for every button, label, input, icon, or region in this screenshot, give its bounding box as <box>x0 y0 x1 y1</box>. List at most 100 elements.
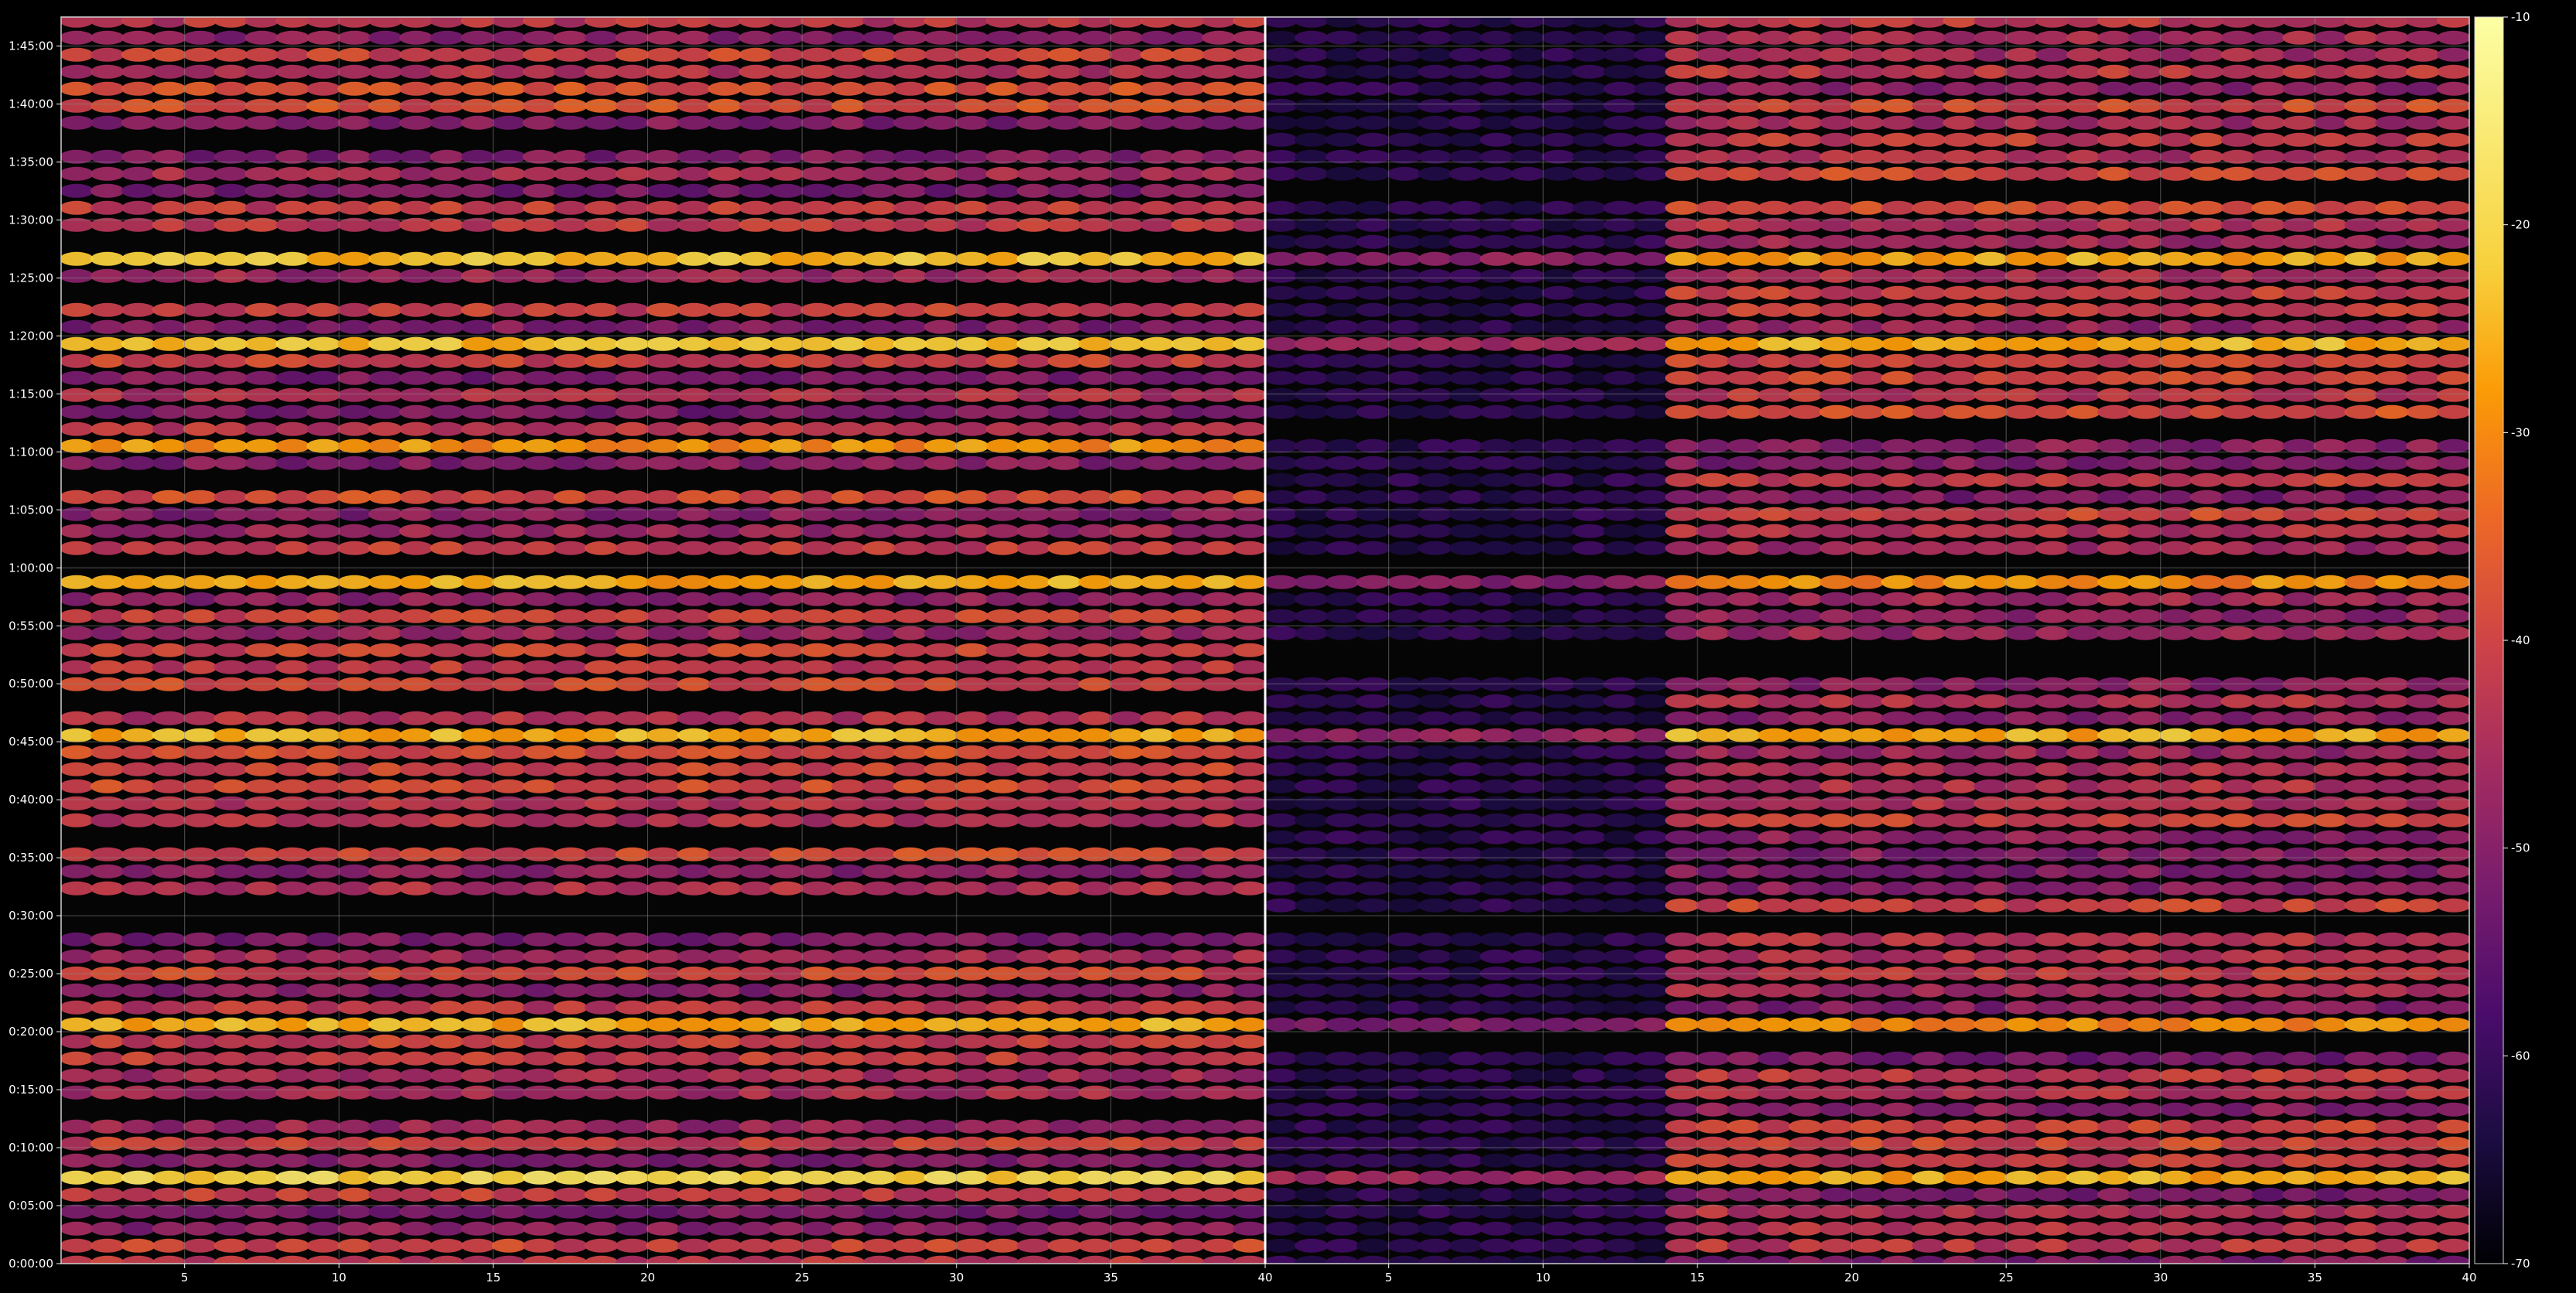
heat-cell <box>430 983 464 998</box>
heat-cell <box>1665 455 1699 470</box>
heat-cell <box>862 370 896 385</box>
heat-cell <box>2035 200 2069 215</box>
heat-cell <box>1943 115 1977 130</box>
heat-cell <box>1695 490 1730 504</box>
heat-cell <box>1356 81 1390 96</box>
heat-cell <box>1788 694 1823 708</box>
heat-cell <box>337 575 372 589</box>
heat-cell <box>2158 64 2193 79</box>
heat-cell <box>1140 1238 1175 1253</box>
heat-cell <box>584 1204 619 1219</box>
heat-cell <box>1974 98 2008 113</box>
heat-cell <box>2437 438 2469 453</box>
heat-cell <box>2158 694 2193 708</box>
heat-cell <box>61 1170 94 1185</box>
heat-cell <box>1047 745 1082 759</box>
heat-cell <box>1016 1119 1051 1134</box>
heat-cell <box>1294 353 1329 368</box>
heat-cell <box>1665 796 1699 810</box>
heat-cell <box>769 1221 804 1236</box>
heat-cell <box>1171 1238 1206 1253</box>
heat-cell <box>1510 98 1545 113</box>
heat-cell <box>954 813 989 827</box>
heat-cell <box>553 1000 588 1015</box>
heat-cell <box>1695 524 1730 538</box>
heat-cell <box>2005 541 2039 555</box>
heat-cell <box>677 779 711 793</box>
heat-cell <box>1356 762 1390 776</box>
heat-cell <box>985 1238 1020 1253</box>
heat-cell <box>183 575 217 589</box>
heat-cell <box>769 643 804 657</box>
heat-cell <box>2437 268 2469 283</box>
heat-cell <box>1974 745 2008 759</box>
heat-cell <box>2406 1051 2441 1066</box>
heat-cell <box>2282 796 2317 810</box>
heat-cell <box>1788 524 1823 538</box>
heat-cell <box>244 64 279 79</box>
heat-cell <box>2282 1119 2317 1134</box>
heat-cell <box>923 1085 958 1100</box>
heat-cell <box>90 1153 125 1168</box>
heat-cell <box>430 404 464 419</box>
heat-cell <box>2282 694 2317 708</box>
heat-cell <box>2189 455 2224 470</box>
heat-cell <box>2313 745 2348 759</box>
heat-cell <box>800 404 835 419</box>
heat-cell <box>213 438 248 453</box>
heat-cell <box>2005 370 2039 385</box>
heat-cell <box>584 438 619 453</box>
heat-cell <box>954 949 989 964</box>
heat-cell <box>553 1221 588 1236</box>
heat-cell <box>213 779 248 793</box>
heat-cell <box>1881 575 1916 589</box>
heat-cell <box>2189 490 2224 504</box>
heat-cell <box>1912 115 1947 130</box>
heat-cell <box>1850 353 1885 368</box>
heat-cell <box>1140 421 1175 436</box>
heat-cell <box>1881 1221 1916 1236</box>
heat-cell <box>1418 1102 1452 1117</box>
heat-cell <box>831 1119 865 1134</box>
heat-cell <box>275 438 310 453</box>
heat-cell <box>1448 353 1483 368</box>
heat-cell <box>2127 98 2162 113</box>
heat-cell <box>553 626 588 640</box>
heat-cell <box>1757 1085 1792 1100</box>
heat-cell <box>2437 64 2469 79</box>
heat-cell <box>923 490 958 504</box>
heat-cell <box>1479 302 1514 317</box>
heat-cell <box>1912 575 1947 589</box>
heat-cell <box>1109 1136 1144 1151</box>
heat-cell <box>306 251 341 266</box>
heat-cell <box>2313 285 2348 300</box>
heat-cell <box>1541 541 1576 555</box>
heat-cell <box>1016 268 1051 283</box>
heat-cell <box>1356 234 1390 249</box>
heat-cell <box>1479 1170 1514 1185</box>
heat-cell <box>2189 302 2224 317</box>
heat-cell <box>1757 404 1792 419</box>
heat-cell <box>584 81 619 96</box>
heat-cell <box>2220 541 2255 555</box>
heat-cell <box>553 200 588 215</box>
heat-cell <box>1572 677 1607 691</box>
heat-cell <box>2251 438 2286 453</box>
heat-cell <box>1850 949 1885 964</box>
heat-cell <box>1016 796 1051 810</box>
heat-cell <box>306 728 341 742</box>
heat-cell <box>2313 1102 2348 1117</box>
heat-cell <box>646 1051 681 1066</box>
heat-cell <box>1695 779 1730 793</box>
heat-cell <box>615 728 650 742</box>
heat-cell <box>862 745 896 759</box>
heat-cell <box>1294 1153 1329 1168</box>
heat-cell <box>1634 1221 1668 1236</box>
heat-cell <box>985 1204 1020 1219</box>
heat-cell <box>769 626 804 640</box>
heat-cell <box>1448 745 1483 759</box>
heat-cell <box>2375 609 2410 623</box>
heat-cell <box>892 762 927 776</box>
heat-cell <box>1881 336 1916 351</box>
heat-cell <box>1047 421 1082 436</box>
